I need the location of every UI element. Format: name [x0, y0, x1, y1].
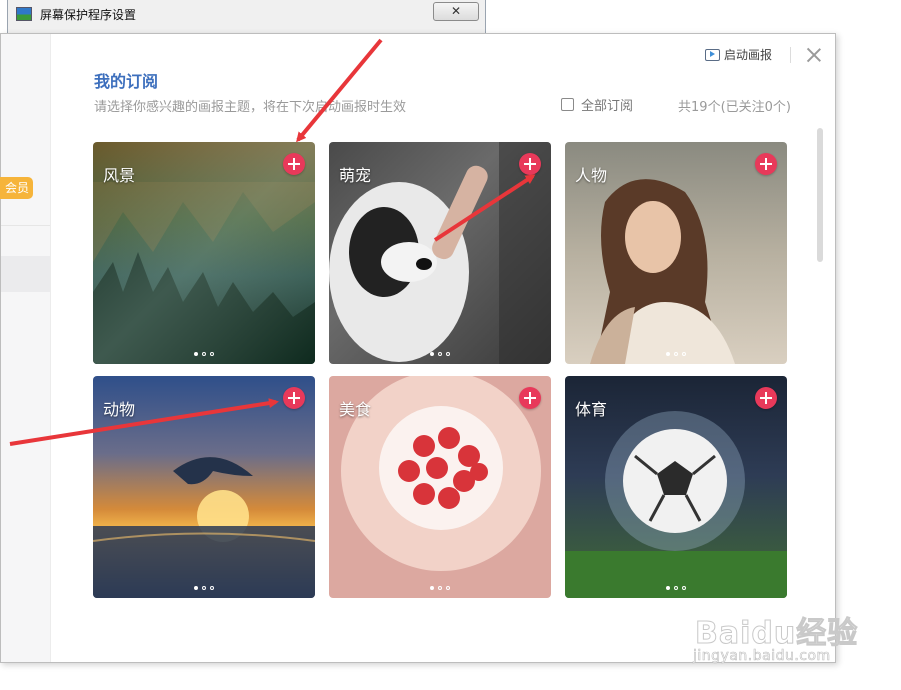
- subscribe-all-label[interactable]: 全部订阅: [581, 95, 633, 114]
- card-label: 美食: [339, 400, 372, 419]
- carousel-dots: [93, 352, 315, 356]
- carousel-dots: [329, 586, 551, 590]
- subscribe-all-toggle[interactable]: 全部订阅: [561, 95, 633, 114]
- carousel-dot[interactable]: [682, 352, 686, 356]
- screensaver-app-icon: [16, 7, 32, 21]
- carousel-dot[interactable]: [666, 586, 670, 590]
- card-label: 动物: [103, 400, 136, 419]
- sidebar: 会员: [0, 34, 51, 662]
- carousel-dot[interactable]: [674, 586, 678, 590]
- carousel-dot[interactable]: [210, 352, 214, 356]
- add-subscription-plus-icon[interactable]: [755, 387, 777, 409]
- subscription-count: 共19个(已关注0个): [678, 100, 791, 115]
- add-subscription-plus-icon[interactable]: [519, 153, 541, 175]
- carousel-dot[interactable]: [446, 352, 450, 356]
- carousel-dot[interactable]: [202, 586, 206, 590]
- carousel-dot[interactable]: [446, 586, 450, 590]
- topbar-divider: [790, 46, 791, 63]
- background-window-close-button[interactable]: ✕: [433, 2, 479, 21]
- scrollbar-thumb[interactable]: [817, 128, 823, 262]
- sidebar-item-selected[interactable]: [1, 256, 50, 292]
- play-screen-icon[interactable]: [704, 48, 720, 61]
- watermark-brand: Baidu经验: [694, 616, 859, 652]
- carousel-dot[interactable]: [430, 586, 434, 590]
- card-label: 体育: [575, 400, 608, 419]
- topic-card-scenery[interactable]: 风景: [93, 142, 315, 364]
- carousel-dot[interactable]: [438, 586, 442, 590]
- carousel-dots: [565, 352, 787, 356]
- subscribe-all-checkbox[interactable]: [561, 98, 574, 111]
- sidebar-divider: [1, 225, 50, 226]
- carousel-dot[interactable]: [202, 352, 206, 356]
- carousel-dots: [93, 586, 315, 590]
- carousel-dots: [329, 352, 551, 356]
- add-subscription-plus-icon[interactable]: [283, 387, 305, 409]
- watermark-url: jingyan.baidu.com: [693, 648, 831, 665]
- carousel-dot[interactable]: [438, 352, 442, 356]
- topic-card-sports[interactable]: 体育: [565, 376, 787, 598]
- vip-badge[interactable]: 会员: [0, 177, 33, 199]
- card-label: 萌宠: [339, 166, 372, 185]
- topic-card-people[interactable]: 人物: [565, 142, 787, 364]
- add-subscription-plus-icon[interactable]: [519, 387, 541, 409]
- carousel-dot[interactable]: [210, 586, 214, 590]
- close-icon[interactable]: [807, 48, 821, 62]
- topic-card-food[interactable]: 美食: [329, 376, 551, 598]
- carousel-dot[interactable]: [666, 352, 670, 356]
- page-title: 我的订阅: [94, 72, 159, 91]
- carousel-dot[interactable]: [674, 352, 678, 356]
- card-label: 风景: [103, 166, 136, 185]
- topic-card-pets[interactable]: 萌宠: [329, 142, 551, 364]
- carousel-dots: [565, 586, 787, 590]
- carousel-dot[interactable]: [682, 586, 686, 590]
- background-window-title: 屏幕保护程序设置: [40, 7, 137, 22]
- background-window-titlebar[interactable]: 屏幕保护程序设置: [8, 0, 485, 28]
- add-subscription-plus-icon[interactable]: [283, 153, 305, 175]
- carousel-dot[interactable]: [194, 586, 198, 590]
- topic-card-animals[interactable]: 动物: [93, 376, 315, 598]
- carousel-dot[interactable]: [194, 352, 198, 356]
- start-pictorial-button[interactable]: 启动画报: [724, 46, 772, 63]
- carousel-dot[interactable]: [430, 352, 434, 356]
- subscription-hint: 请选择你感兴趣的画报主题，将在下次启动画报时生效: [94, 100, 407, 115]
- add-subscription-plus-icon[interactable]: [755, 153, 777, 175]
- topbar: 启动画报: [704, 46, 821, 63]
- card-label: 人物: [575, 166, 608, 185]
